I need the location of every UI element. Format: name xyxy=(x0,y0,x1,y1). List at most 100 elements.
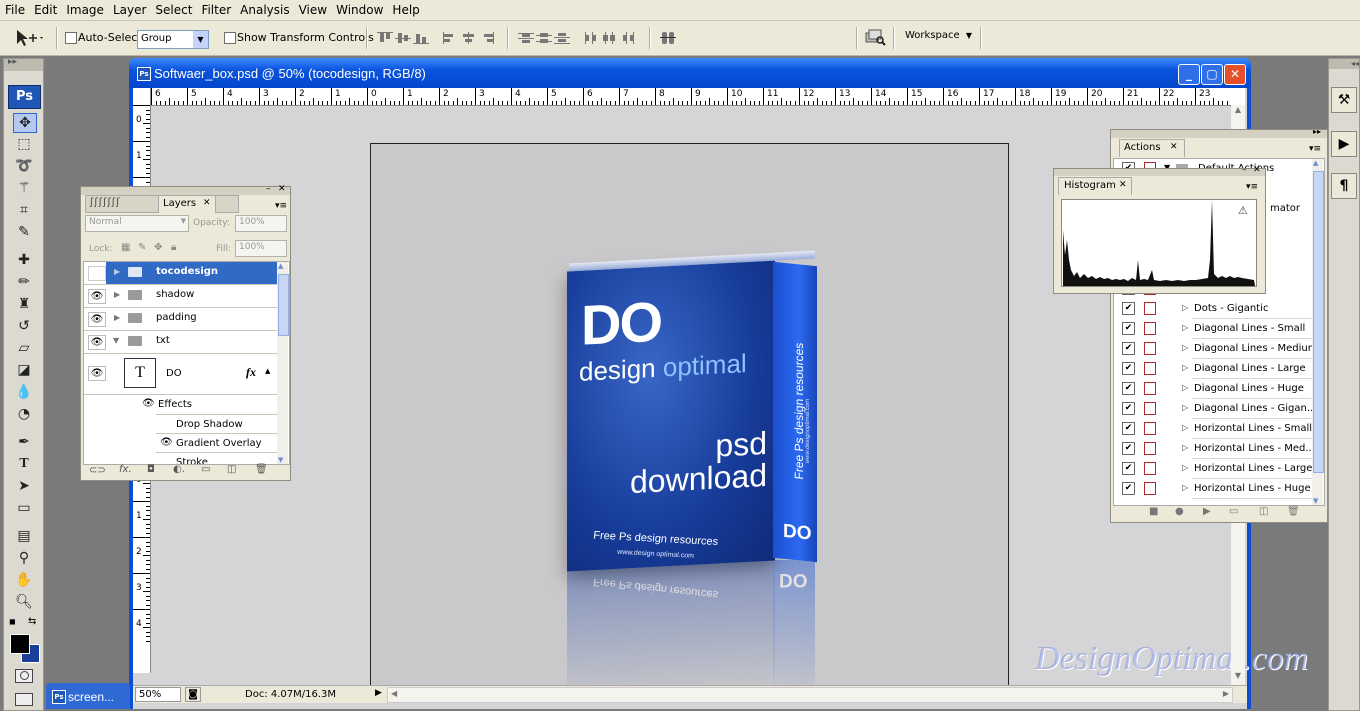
expand-triangle-icon[interactable]: ▶ xyxy=(114,290,120,299)
screen-mode-icon[interactable] xyxy=(15,693,33,706)
notes-tool-icon[interactable]: ▤ xyxy=(13,527,35,545)
play-icon[interactable]: ▶ xyxy=(1203,506,1211,517)
auto-select-dropdown[interactable]: Group ▼ xyxy=(137,30,209,49)
dialog-toggle-icon[interactable] xyxy=(1144,482,1156,495)
add-style-icon[interactable]: fx. xyxy=(119,464,132,475)
expand-triangle-icon[interactable]: ▶ xyxy=(114,267,120,276)
align-bottom-icon[interactable] xyxy=(413,32,429,44)
workspace-switcher-icon[interactable] xyxy=(864,29,886,46)
action-row[interactable]: ✔ ▷ Diagonal Lines - Gigan... xyxy=(1118,399,1312,419)
magic-wand-tool-icon[interactable]: ⚚ xyxy=(13,179,35,197)
action-check[interactable]: ✔ xyxy=(1122,462,1135,475)
dialog-toggle-icon[interactable] xyxy=(1144,422,1156,435)
eye-icon[interactable]: 👁︎ xyxy=(160,437,173,448)
zoom-tool-icon[interactable]: 🔍︎ xyxy=(13,593,35,611)
shape-tool-icon[interactable]: ▭ xyxy=(13,499,35,517)
effect-row-gradient-overlay[interactable]: 👁︎ Gradient Overlay xyxy=(156,433,277,453)
effects-row[interactable]: 👁︎ Effects xyxy=(84,395,277,414)
healing-brush-tool-icon[interactable]: ✚ xyxy=(13,251,35,269)
path-selection-tool-icon[interactable]: ➤ xyxy=(13,477,35,495)
show-transform-checkbox[interactable] xyxy=(224,32,236,44)
maximize-button[interactable]: ▢ xyxy=(1201,64,1223,85)
dialog-toggle-icon[interactable] xyxy=(1144,362,1156,375)
horizontal-scrollbar[interactable]: ◀ ▶ xyxy=(387,687,1233,703)
type-tool-icon[interactable]: T xyxy=(13,455,35,473)
align-vcenter-icon[interactable] xyxy=(395,32,411,44)
eye-icon[interactable]: 👁︎ xyxy=(88,335,106,350)
ps-logo[interactable]: Ps xyxy=(8,85,41,109)
stop-icon[interactable]: ■ xyxy=(1149,506,1158,517)
lasso-tool-icon[interactable]: ➰ xyxy=(13,157,35,175)
menu-window[interactable]: Window xyxy=(331,0,387,17)
hidden-tabs-icon[interactable]: ʃʃʃʃʃʃʃ xyxy=(90,197,121,208)
dialog-toggle-icon[interactable] xyxy=(1144,382,1156,395)
menu-image[interactable]: Image xyxy=(61,0,108,17)
expand-triangle-icon[interactable]: ▷ xyxy=(1182,483,1188,492)
adjustment-layer-icon[interactable]: ◐. xyxy=(173,464,185,475)
lock-position-icon[interactable]: ✥ xyxy=(154,242,162,253)
dialog-toggle-icon[interactable] xyxy=(1144,302,1156,315)
align-right-icon[interactable] xyxy=(479,32,495,44)
dialog-toggle-icon[interactable] xyxy=(1144,342,1156,355)
action-row[interactable]: ✔ ▷ Diagonal Lines - Small xyxy=(1118,319,1312,339)
lock-all-icon[interactable]: 🔒︎ xyxy=(171,242,176,253)
action-row[interactable]: ✔ ▷ Diagonal Lines - Huge xyxy=(1118,379,1312,399)
expand-triangle-icon[interactable]: ▷ xyxy=(1182,343,1188,352)
new-action-icon[interactable]: ◫ xyxy=(1259,506,1268,517)
expand-triangle-icon[interactable]: ▷ xyxy=(1182,463,1188,472)
action-row[interactable]: ✔ ▷ Dots - Gigantic xyxy=(1118,299,1312,319)
action-row[interactable]: ✔ ▷ Diagonal Lines - Large xyxy=(1118,359,1312,379)
align-left-icon[interactable] xyxy=(443,32,459,44)
tab-close-icon[interactable]: ✕ xyxy=(1170,142,1178,152)
tab-histogram[interactable]: Histogram ✕ xyxy=(1058,177,1132,195)
slice-tool-icon[interactable]: ✎ xyxy=(13,223,35,241)
action-row[interactable]: ✔ ▷ Horizontal Lines - Med... xyxy=(1118,439,1312,459)
quick-mask-icon[interactable] xyxy=(15,669,33,683)
collapse-triangle-icon[interactable]: ▼ xyxy=(113,336,119,345)
marquee-tool-icon[interactable]: ⬚ xyxy=(13,135,35,153)
scroll-left-icon[interactable]: ◀ xyxy=(391,689,397,698)
tab-close-icon[interactable]: ✕ xyxy=(203,198,211,208)
action-row[interactable]: ✔ ▷ Horizontal Lines - Huge xyxy=(1118,479,1312,499)
action-row[interactable]: ✔ ▷ Diagonal Lines - Medium xyxy=(1118,339,1312,359)
action-check[interactable]: ✔ xyxy=(1122,402,1135,415)
eye-icon[interactable]: 👁︎ xyxy=(142,398,155,409)
menu-file[interactable]: File xyxy=(0,0,29,17)
action-check[interactable]: ✔ xyxy=(1122,482,1135,495)
layer-row-shadow[interactable]: 👁︎ ▶ shadow xyxy=(84,285,277,308)
default-colors-icon[interactable]: ◼ xyxy=(9,617,18,626)
eraser-tool-icon[interactable]: ▱ xyxy=(13,339,35,357)
collapse-icon[interactable]: ▸▸ xyxy=(1313,127,1321,136)
lock-transparent-icon[interactable]: ▦ xyxy=(121,242,130,253)
warning-icon[interactable]: ⚠ xyxy=(1238,204,1248,217)
record-icon[interactable]: ● xyxy=(1175,506,1184,517)
distribute-left-icon[interactable] xyxy=(584,32,600,44)
dialog-toggle-icon[interactable] xyxy=(1144,322,1156,335)
status-preview-icon[interactable]: ◙ xyxy=(185,687,201,702)
actions-dock-icon[interactable]: ▶ xyxy=(1331,131,1357,157)
action-check[interactable]: ✔ xyxy=(1122,442,1135,455)
distribute-bottom-icon[interactable] xyxy=(554,32,570,44)
blur-tool-icon[interactable]: 💧 xyxy=(13,383,35,401)
move-tool-icon[interactable] xyxy=(14,28,44,48)
scroll-down-icon[interactable]: ▼ xyxy=(1313,497,1318,505)
menu-analysis[interactable]: Analysis xyxy=(235,0,293,17)
dialog-toggle-icon[interactable] xyxy=(1144,402,1156,415)
menu-layer[interactable]: Layer xyxy=(108,0,150,17)
panel-menu-icon[interactable]: ▾≡ xyxy=(1246,182,1258,192)
distribute-right-icon[interactable] xyxy=(620,32,636,44)
fx-icon[interactable]: fx xyxy=(246,365,256,380)
collapse-icon[interactable]: – xyxy=(266,184,271,194)
fx-collapse-icon[interactable]: ▲ xyxy=(265,367,270,375)
brush-tool-icon[interactable]: ✏ xyxy=(13,273,35,291)
eye-icon[interactable]: 👁︎ xyxy=(88,366,106,381)
action-check[interactable]: ✔ xyxy=(1122,382,1135,395)
expand-triangle-icon[interactable]: ▷ xyxy=(1182,323,1188,332)
menu-help[interactable]: Help xyxy=(387,0,423,17)
action-check[interactable]: ✔ xyxy=(1122,422,1135,435)
lock-image-icon[interactable]: ✎ xyxy=(138,242,146,253)
tab-layers[interactable]: Layers ✕ xyxy=(158,195,216,213)
zoom-field[interactable]: 50% xyxy=(135,687,181,702)
eye-icon[interactable]: 👁︎ xyxy=(88,289,106,304)
panel-close-icon[interactable]: ✕ xyxy=(1253,165,1261,175)
